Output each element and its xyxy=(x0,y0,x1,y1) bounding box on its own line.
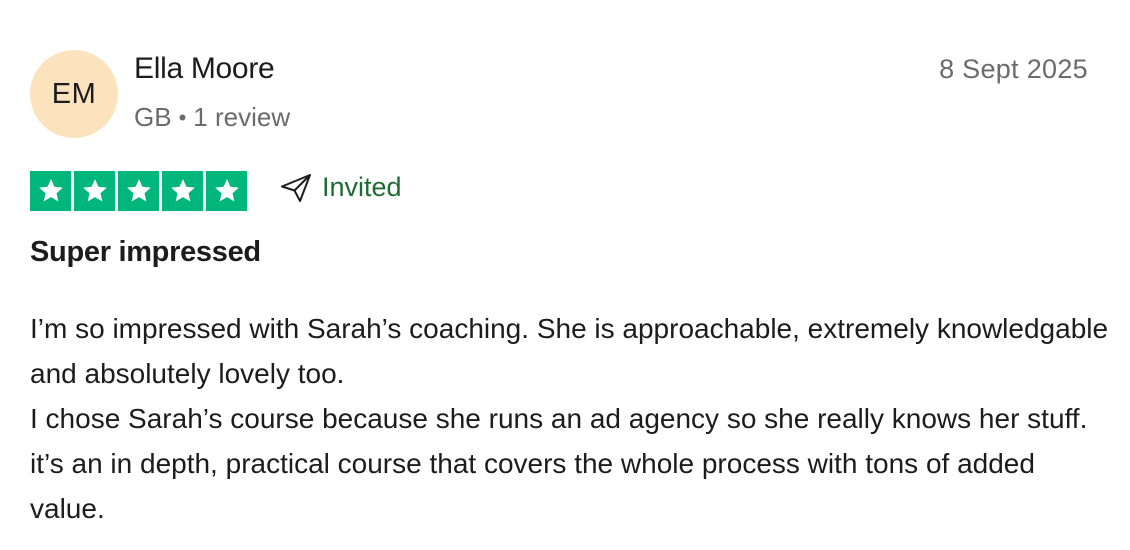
review-title[interactable]: Super impressed xyxy=(30,236,261,269)
star-icon xyxy=(30,171,71,211)
invited-badge[interactable]: Invited xyxy=(280,172,402,203)
review-date: 8 Sept 2025 xyxy=(939,54,1088,84)
paper-plane-icon xyxy=(280,173,312,203)
review-paragraph: I’m so impressed with Sarah’s coaching. … xyxy=(30,313,1109,389)
reviewer-meta: GB • 1 review xyxy=(134,102,290,133)
avatar: EM xyxy=(30,50,118,138)
reviewer-review-count: 1 review xyxy=(193,102,291,132)
reviewer-name[interactable]: Ella Moore xyxy=(134,52,275,86)
reviewer-country: GB xyxy=(134,102,172,132)
review-paragraph: I chose Sarah’s course because she runs … xyxy=(30,403,1088,524)
avatar-initials: EM xyxy=(51,77,97,110)
star-icon xyxy=(74,171,115,211)
invited-label: Invited xyxy=(322,172,402,202)
meta-separator: • xyxy=(178,104,187,130)
review-body: I’m so impressed with Sarah’s coaching. … xyxy=(30,306,1110,531)
star-icon xyxy=(162,171,203,211)
review-card: EM Ella Moore GB • 1 review 8 Sept 2025 … xyxy=(0,0,1130,550)
star-icon xyxy=(118,171,159,211)
star-icon xyxy=(206,171,247,211)
star-rating xyxy=(30,171,247,211)
